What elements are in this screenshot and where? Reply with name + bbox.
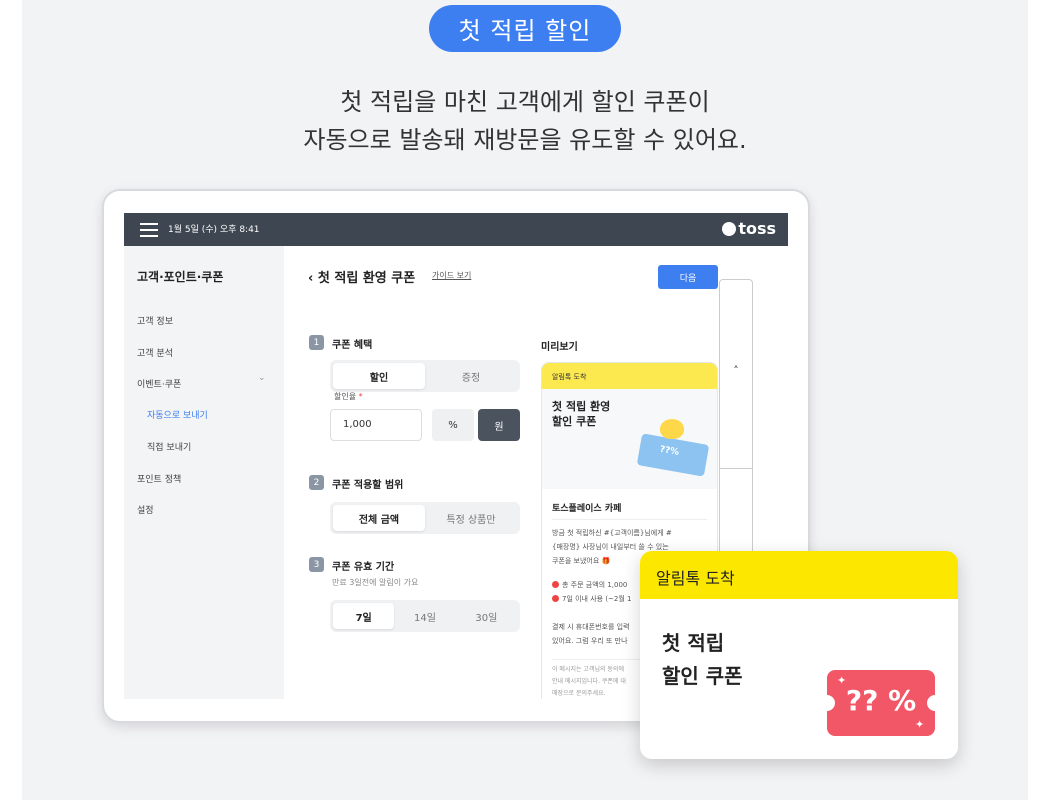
back-title[interactable]: ‹ 첫 적립 환영 쿠폰 (308, 267, 415, 286)
divider (720, 468, 752, 469)
sparkle-icon: ✦ (915, 718, 925, 731)
discount-label-text: 할인율 (334, 392, 357, 401)
sidebar-item-manual-send[interactable]: 직접 보내기 (147, 440, 191, 453)
discount-input[interactable]: 1,000 (330, 409, 422, 441)
toss-logo-icon (722, 221, 737, 236)
preview-fine-print: 이 메시지는 고객님의 동의에 (552, 666, 624, 673)
headline-line-1: 첫 적립을 마친 고객에게 할인 쿠폰이 (340, 88, 710, 116)
sidebar-item-customer-analysis[interactable]: 고객 분석 (137, 346, 173, 359)
alimtalk-popup-card: 알림톡 도착 첫 적립할인 쿠폰 ?? % ✦ ✦ (640, 551, 958, 759)
popup-header: 알림톡 도착 (640, 551, 958, 599)
divider (552, 519, 707, 520)
validity-hint: 만료 3일전에 알림이 가요 (332, 578, 419, 587)
preview-condition-text: 총 주문 금액의 1,000 (562, 581, 628, 589)
preview-title: 미리보기 (541, 342, 578, 353)
coupon-ticket-icon: ?? % ✦ ✦ (819, 670, 943, 736)
chick-icon (660, 419, 684, 439)
scope-toggle: 전체 금액 특정 상품만 (330, 502, 520, 534)
ticket-text: ??% (658, 444, 680, 458)
discount-label: 할인율 * (334, 391, 363, 402)
preview-message-line: 쿠폰을 보냈어요 🎁 (552, 557, 611, 565)
sparkle-icon: ✦ (837, 674, 847, 687)
tab-gift[interactable]: 증정 (425, 363, 517, 389)
popup-line-1: 첫 적립 (662, 631, 725, 655)
preview-condition-1: 총 주문 금액의 1,000 (552, 579, 627, 592)
top-bar: 1월 5일 (수) 오후 8:41 toss (124, 213, 788, 246)
section-title-scope: 쿠폰 적용할 범위 (332, 480, 404, 491)
feature-badge: 첫 적립 할인 (429, 5, 621, 52)
validity-toggle: 7일 14일 30일 (330, 600, 520, 632)
toss-logo-text: toss (738, 219, 776, 238)
tab-7-days[interactable]: 7일 (333, 603, 395, 629)
benefit-type-toggle: 할인 증정 (330, 360, 520, 392)
preview-header: 알림톡 도착 (542, 363, 717, 389)
popup-line-2: 할인 쿠폰 (662, 664, 743, 688)
tab-total-amount[interactable]: 전체 금액 (333, 505, 425, 531)
red-dot-icon (552, 595, 559, 602)
popup-coupon-title: 첫 적립할인 쿠폰 (662, 627, 743, 693)
section-title-benefit: 쿠폰 혜택 (332, 340, 373, 351)
preview-message-line: 방금 첫 적립하신 #{고객이름}님에게 # (552, 529, 672, 537)
preview-fine-print: 안내 메시지입니다. 쿠폰에 대 (552, 678, 626, 685)
sidebar-item-events-coupons[interactable]: 이벤트·쿠폰 (137, 377, 181, 390)
section-number: 2 (309, 475, 324, 490)
section-title-validity: 쿠폰 유효 기간 (332, 562, 395, 573)
sidebar-title: 고객·포인트·쿠폰 (137, 270, 224, 284)
sidebar-item-point-policy[interactable]: 포인트 정책 (137, 472, 181, 485)
headline-line-2: 자동으로 발송돼 재방문을 유도할 수 있어요. (303, 126, 747, 154)
chevron-down-icon[interactable]: ⌄ (258, 373, 266, 383)
red-dot-icon (552, 581, 559, 588)
unit-percent-button[interactable]: % (432, 409, 474, 441)
unit-won-button[interactable]: 원 (478, 409, 520, 441)
tab-14-days[interactable]: 14일 (394, 603, 455, 629)
coupon-ticket-icon: ??% (636, 433, 710, 477)
guide-link[interactable]: 가이드 보기 (432, 270, 471, 281)
preview-coupon-line-1: 첫 적립 환영 (552, 400, 611, 413)
preview-coupon-line-2: 할인 쿠폰 (552, 415, 597, 428)
sidebar-item-customer-info[interactable]: 고객 정보 (137, 314, 173, 327)
chevron-up-icon[interactable]: ˄ (720, 364, 752, 377)
sidebar: 고객·포인트·쿠폰 고객 정보 고객 분석 이벤트·쿠폰 ⌄ 자동으로 보내기 … (124, 246, 284, 699)
section-number: 1 (309, 335, 324, 350)
datetime: 1월 5일 (수) 오후 8:41 (168, 225, 260, 235)
preview-condition-text: 7일 이내 사용 (~2월 1 (562, 595, 632, 603)
section-number: 3 (309, 557, 324, 572)
tab-30-days[interactable]: 30일 (456, 603, 517, 629)
preview-payment-line: 결제 시 휴대폰번호를 입력 (552, 623, 630, 631)
sidebar-item-settings[interactable]: 설정 (137, 503, 154, 516)
tab-specific-products[interactable]: 특정 상품만 (425, 505, 517, 531)
next-button[interactable]: 다음 (658, 265, 718, 289)
preview-coupon-card: 첫 적립 환영할인 쿠폰 ??% (542, 389, 717, 489)
tab-discount[interactable]: 할인 (333, 363, 425, 389)
menu-icon[interactable] (140, 223, 158, 237)
page-title: 첫 적립 환영 쿠폰 (317, 271, 416, 286)
preview-shop-name: 토스플레이스 카페 (552, 504, 622, 514)
preview-coupon-title: 첫 적립 환영할인 쿠폰 (552, 399, 610, 429)
preview-fine-print: 매장으로 문의주세요. (552, 690, 606, 697)
required-mark: * (356, 392, 363, 401)
toss-logo: toss (722, 219, 776, 238)
preview-condition-2: 7일 이내 사용 (~2월 1 (552, 593, 632, 606)
preview-payment-line: 있어요. 그럼 우리 또 만나 (552, 637, 628, 645)
sidebar-item-auto-send[interactable]: 자동으로 보내기 (147, 408, 208, 421)
ticket-text: ?? % (845, 684, 917, 717)
